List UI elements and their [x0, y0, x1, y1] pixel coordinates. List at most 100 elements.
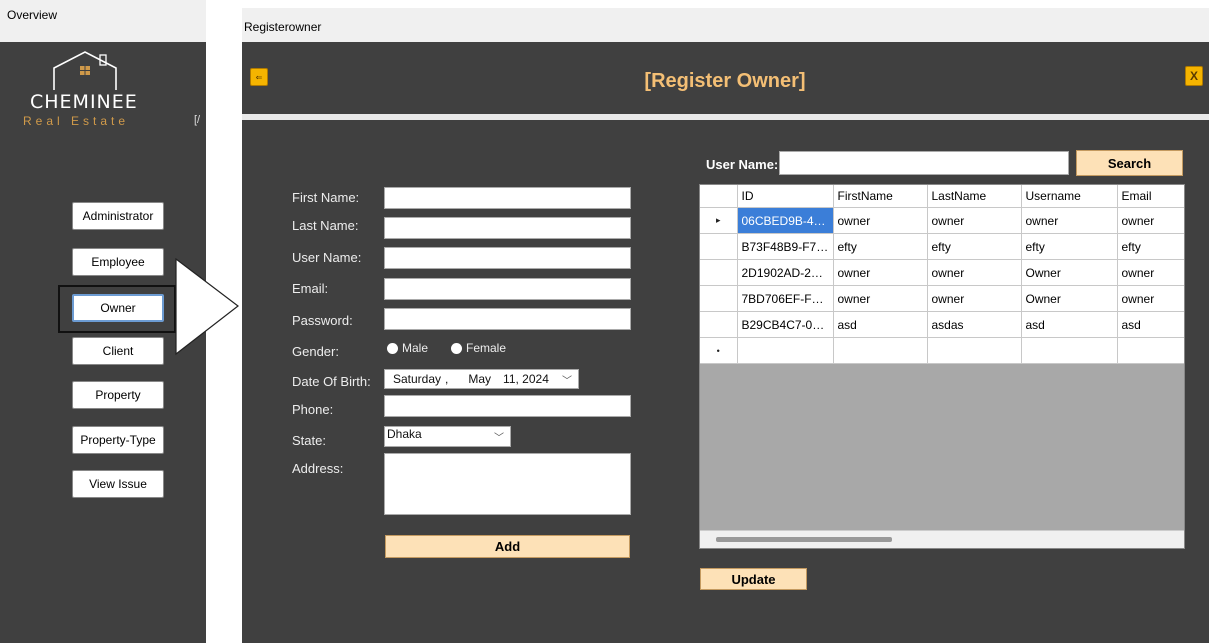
- table-cell[interactable]: asd: [1021, 311, 1118, 338]
- chevron-down-icon: ﹀: [494, 433, 504, 444]
- table-cell[interactable]: efty: [1021, 233, 1118, 260]
- table-cell[interactable]: owner: [833, 259, 928, 286]
- phone-label: Phone:: [292, 402, 334, 417]
- column-header[interactable]: Email: [1117, 185, 1184, 208]
- dob-month: May: [468, 372, 492, 386]
- dob-separator: ,: [445, 372, 449, 386]
- chevron-down-icon: ﹀: [562, 376, 572, 387]
- dob-label: Date Of Birth:: [292, 374, 371, 389]
- add-button[interactable]: Add: [385, 535, 630, 558]
- table-cell[interactable]: B73F48B9-F7F4...: [737, 233, 834, 260]
- update-button[interactable]: Update: [700, 568, 807, 590]
- table-cell[interactable]: Owner: [1021, 259, 1118, 286]
- nav-property-type-button[interactable]: Property-Type: [72, 426, 164, 454]
- owners-grid[interactable]: ID FirstName LastName Username Email ▸ 0…: [699, 184, 1185, 549]
- arrow-left-icon: ⇐: [255, 72, 263, 82]
- last-name-label: Last Name:: [292, 218, 359, 233]
- house-logo-icon: [53, 51, 117, 90]
- table-cell[interactable]: owner: [1021, 207, 1118, 234]
- first-name-field[interactable]: [384, 187, 631, 209]
- table-cell[interactable]: [1021, 337, 1118, 364]
- gender-label: Gender:: [292, 344, 339, 359]
- male-radio[interactable]: [387, 343, 398, 354]
- scrollbar-thumb[interactable]: [716, 537, 892, 542]
- table-cell[interactable]: owner: [833, 207, 928, 234]
- table-row[interactable]: B29CB4C7-0A1... asd asdas asd asd: [700, 311, 1184, 338]
- table-cell[interactable]: asdas: [927, 311, 1022, 338]
- table-row[interactable]: 2D1902AD-27A... owner owner Owner owner: [700, 259, 1184, 286]
- column-header[interactable]: Username: [1021, 185, 1118, 208]
- search-button[interactable]: Search: [1076, 150, 1183, 176]
- table-cell[interactable]: 2D1902AD-27A...: [737, 259, 834, 286]
- table-row[interactable]: ▸ 06CBED9B-48E... owner owner owner owne…: [700, 207, 1184, 234]
- last-name-field[interactable]: [384, 217, 631, 239]
- table-cell[interactable]: 7BD706EF-FF3C...: [737, 285, 834, 312]
- table-cell[interactable]: efty: [1117, 233, 1184, 260]
- phone-field[interactable]: [384, 395, 631, 417]
- back-button[interactable]: ⇐: [250, 68, 268, 86]
- password-label: Password:: [292, 313, 353, 328]
- column-header[interactable]: LastName: [927, 185, 1022, 208]
- logo-subtitle: Real Estate: [23, 114, 130, 128]
- address-field[interactable]: [384, 453, 631, 515]
- first-name-label: First Name:: [292, 190, 360, 205]
- dob-day-year: 11, 2024: [503, 372, 549, 386]
- search-label: User Name:: [706, 157, 779, 172]
- table-cell[interactable]: owner: [1117, 259, 1184, 286]
- page-title: [Register Owner]: [644, 70, 806, 92]
- nav-administrator-button[interactable]: Administrator: [72, 202, 164, 230]
- logo-name: CHEMINEE: [30, 91, 138, 113]
- owner-highlight-frame: [58, 285, 176, 333]
- female-radio[interactable]: [451, 343, 462, 354]
- table-cell[interactable]: B29CB4C7-0A1...: [737, 311, 834, 338]
- user-name-label: User Name:: [292, 250, 362, 265]
- new-row[interactable]: •: [700, 337, 1184, 364]
- table-cell[interactable]: asd: [1117, 311, 1184, 338]
- column-header[interactable]: ID: [737, 185, 834, 208]
- table-cell[interactable]: owner: [927, 207, 1022, 234]
- search-input[interactable]: [779, 151, 1069, 175]
- table-cell[interactable]: owner: [833, 285, 928, 312]
- state-select[interactable]: Dhaka ﹀: [384, 426, 511, 447]
- state-value: Dhaka: [387, 427, 422, 441]
- nav-client-button[interactable]: Client: [72, 337, 164, 365]
- female-radio-label: Female: [466, 341, 507, 355]
- table-cell[interactable]: [833, 337, 928, 364]
- close-button[interactable]: X: [1185, 66, 1203, 86]
- nav-property-button[interactable]: Property: [72, 381, 164, 409]
- table-cell[interactable]: efty: [833, 233, 928, 260]
- new-row-marker: •: [700, 337, 738, 364]
- dob-picker[interactable]: Saturday , May 11, 2024 ﹀: [384, 369, 579, 389]
- row-header[interactable]: [700, 259, 738, 286]
- table-cell[interactable]: [927, 337, 1022, 364]
- table-cell[interactable]: Owner: [1021, 285, 1118, 312]
- user-name-field[interactable]: [384, 247, 631, 269]
- table-cell[interactable]: asd: [833, 311, 928, 338]
- password-field[interactable]: [384, 308, 631, 330]
- table-cell[interactable]: efty: [927, 233, 1022, 260]
- row-header[interactable]: [700, 311, 738, 338]
- table-row[interactable]: 7BD706EF-FF3C... owner owner Owner owner: [700, 285, 1184, 312]
- nav-employee-button[interactable]: Employee: [72, 248, 164, 276]
- table-cell[interactable]: [1117, 337, 1184, 364]
- overview-titlebar: Overview: [0, 0, 206, 42]
- column-header[interactable]: FirstName: [833, 185, 928, 208]
- table-cell[interactable]: owner: [1117, 207, 1184, 234]
- table-cell[interactable]: [737, 337, 834, 364]
- table-cell[interactable]: 06CBED9B-48E...: [737, 207, 834, 234]
- table-row[interactable]: B73F48B9-F7F4... efty efty efty efty: [700, 233, 1184, 260]
- nav-view-issue-button[interactable]: View Issue: [72, 470, 164, 498]
- address-label: Address:: [292, 461, 344, 476]
- clipped-label: [/: [194, 114, 201, 126]
- table-cell[interactable]: owner: [927, 259, 1022, 286]
- male-radio-label: Male: [402, 341, 429, 355]
- row-header[interactable]: [700, 233, 738, 260]
- row-header[interactable]: [700, 285, 738, 312]
- table-cell[interactable]: owner: [1117, 285, 1184, 312]
- email-label: Email:: [292, 281, 329, 296]
- email-field[interactable]: [384, 278, 631, 300]
- owners-table: ID FirstName LastName Username Email ▸ 0…: [700, 185, 1184, 364]
- table-cell[interactable]: owner: [927, 285, 1022, 312]
- state-label: State:: [292, 433, 326, 448]
- current-row-marker: ▸: [700, 207, 738, 234]
